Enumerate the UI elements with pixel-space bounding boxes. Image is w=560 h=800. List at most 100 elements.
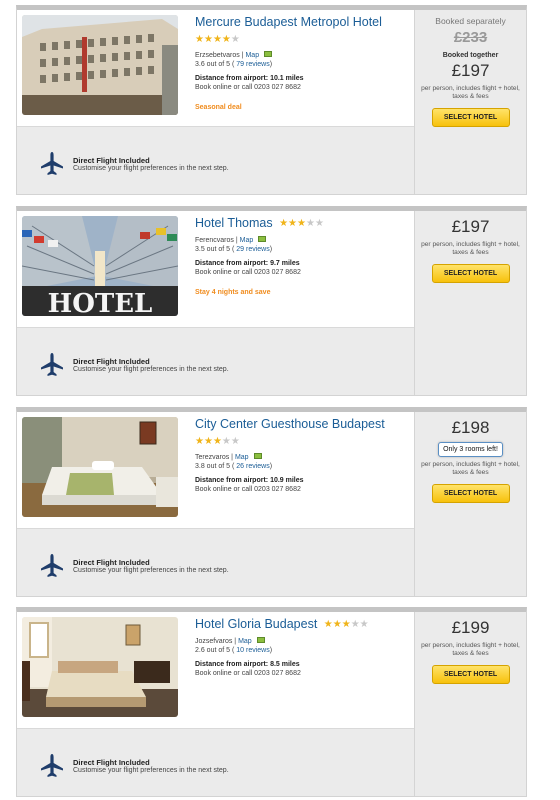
airport-distance: Distance from airport: 9.7 miles [195,260,300,267]
hotel-card-main: HOTEL Hotel Thomas ★★★★★ Ferencvaros | M… [17,211,414,328]
review-score: 3.6 out of 5 ( 79 reviews) [195,60,410,69]
hotel-location: Jozsefvaros | Map [195,637,410,646]
hotel-info: Hotel Thomas ★★★★★ Ferencvaros | Map 3.5… [195,216,410,297]
hotel-photo[interactable] [22,417,178,517]
map-link[interactable]: Map [238,638,252,645]
select-hotel-button[interactable]: SELECT HOTEL [431,665,510,684]
price-panel: £197 per person, includes flight + hotel… [414,211,526,395]
price-note: per person, includes flight + hotel, tax… [421,461,520,476]
rating-text: 3.5 out of 5 ( [195,246,235,253]
star-rating: ★★★★★ [324,619,369,630]
flight-title: Direct Flight Included [73,558,150,567]
hotel-name-link[interactable]: Hotel Gloria Budapest [195,617,317,631]
promo-label: Seasonal deal [195,104,242,111]
map-icon[interactable] [253,453,262,459]
star-icon: ★ [288,218,298,229]
rating-text: 3.6 out of 5 ( [195,61,235,68]
star-icon: ★ [195,34,204,45]
review-score: 3.5 out of 5 ( 29 reviews) [195,245,410,254]
star-icon: ★ [195,436,204,447]
star-icon: ★ [230,436,240,447]
map-link[interactable]: Map [240,237,254,244]
price-note: per person, includes flight + hotel, tax… [421,642,520,657]
hotel-info: Hotel Gloria Budapest ★★★★★ Jozsefvaros … [195,617,410,678]
airplane-icon [41,754,63,777]
price-panel: £198 Only 3 rooms left! per person, incl… [414,412,526,596]
star-icon: ★ [314,218,324,229]
select-hotel-button[interactable]: SELECT HOTEL [431,484,510,503]
map-link[interactable]: Map [245,52,259,59]
rating-close: ) [269,647,273,654]
package-price: £198 [451,418,490,437]
reviews-link[interactable]: 26 reviews [236,463,269,470]
star-icon: ★ [341,619,351,630]
separate-price: £233 [453,29,488,46]
reviews-link[interactable]: 10 reviews [236,647,269,654]
star-icon: ★ [203,34,213,45]
rating-close: ) [269,463,273,470]
hotel-card-main: Mercure Budapest Metropol Hotel ★★★★★ Er… [17,10,414,127]
select-hotel-button[interactable]: SELECT HOTEL [431,108,510,127]
hotel-name-link[interactable]: City Center Guesthouse Budapest [195,417,385,431]
district-label: Jozsefvaros [195,638,233,645]
star-icon: ★ [279,218,289,229]
rating-text: 2.6 out of 5 ( [195,647,235,654]
hotel-location: Terezvaros | Map [195,453,410,462]
star-icon: ★ [221,436,231,447]
rooms-left-badge: Only 3 rooms left! [438,442,503,457]
airport-distance: Distance from airport: 8.5 miles [195,661,300,668]
hotel-info: City Center Guesthouse Budapest ★★★★★ Te… [195,417,410,494]
hotel-photo[interactable]: HOTEL [22,216,178,316]
hotel-card: City Center Guesthouse Budapest ★★★★★ Te… [16,407,527,597]
airplane-icon [41,152,63,175]
hotel-location: Ferencvaros | Map [195,236,410,245]
flight-included-banner: Direct Flight Included Customise your fl… [39,753,299,779]
airplane-icon [41,554,63,577]
hotel-location: Erzsebetvaros | Map [195,51,410,60]
price-panel: Booked separately £233 Booked together £… [414,10,526,194]
flight-subtitle: Customise your flight preferences in the… [73,366,229,373]
package-price: £197 [451,61,490,80]
hotel-title-line: Mercure Budapest Metropol Hotel [195,15,410,30]
reviews-link[interactable]: 79 reviews [236,61,269,68]
review-score: 2.6 out of 5 ( 10 reviews) [195,646,410,655]
flight-title: Direct Flight Included [73,357,150,366]
airport-distance: Distance from airport: 10.9 miles [195,477,304,484]
hotel-photo-image [22,617,178,717]
star-rating: ★★★★★ [195,436,410,448]
review-score: 3.8 out of 5 ( 26 reviews) [195,462,410,471]
hotel-title-line: City Center Guesthouse Budapest [195,417,410,432]
hotel-photo-image [22,15,178,115]
star-icon: ★ [359,619,369,630]
map-icon[interactable] [264,51,273,57]
star-icon: ★ [230,34,240,45]
star-icon: ★ [350,619,360,630]
hotel-card-main: Hotel Gloria Budapest ★★★★★ Jozsefvaros … [17,612,414,729]
flight-included-banner: Direct Flight Included Customise your fl… [39,352,299,378]
star-icon: ★ [221,34,231,45]
hotel-photo-image: HOTEL [22,216,178,316]
flight-title: Direct Flight Included [73,156,150,165]
hotel-name-link[interactable]: Hotel Thomas [195,216,273,230]
hotel-photo[interactable] [22,15,178,115]
map-icon[interactable] [258,236,267,242]
booking-phone-text: Book online or call 0203 027 8682 [195,269,301,276]
map-link[interactable]: Map [235,454,249,461]
rating-close: ) [269,61,273,68]
hotel-photo[interactable] [22,617,178,717]
star-icon: ★ [323,619,333,630]
map-icon[interactable] [256,637,265,643]
booking-phone-text: Book online or call 0203 027 8682 [195,84,301,91]
district-label: Ferencvaros [195,237,234,244]
booking-phone-text: Book online or call 0203 027 8682 [195,486,301,493]
reviews-link[interactable]: 29 reviews [236,246,269,253]
airport-distance: Distance from airport: 10.1 miles [195,75,304,82]
star-icon: ★ [212,436,222,447]
star-icon: ★ [332,619,342,630]
hotel-name-link[interactable]: Mercure Budapest Metropol Hotel [195,15,382,29]
package-price: £199 [451,618,490,637]
star-icon: ★ [297,218,306,229]
booked-together-label: Booked together [442,52,499,59]
booked-separately-label: Booked separately [435,16,506,26]
select-hotel-button[interactable]: SELECT HOTEL [431,264,510,283]
